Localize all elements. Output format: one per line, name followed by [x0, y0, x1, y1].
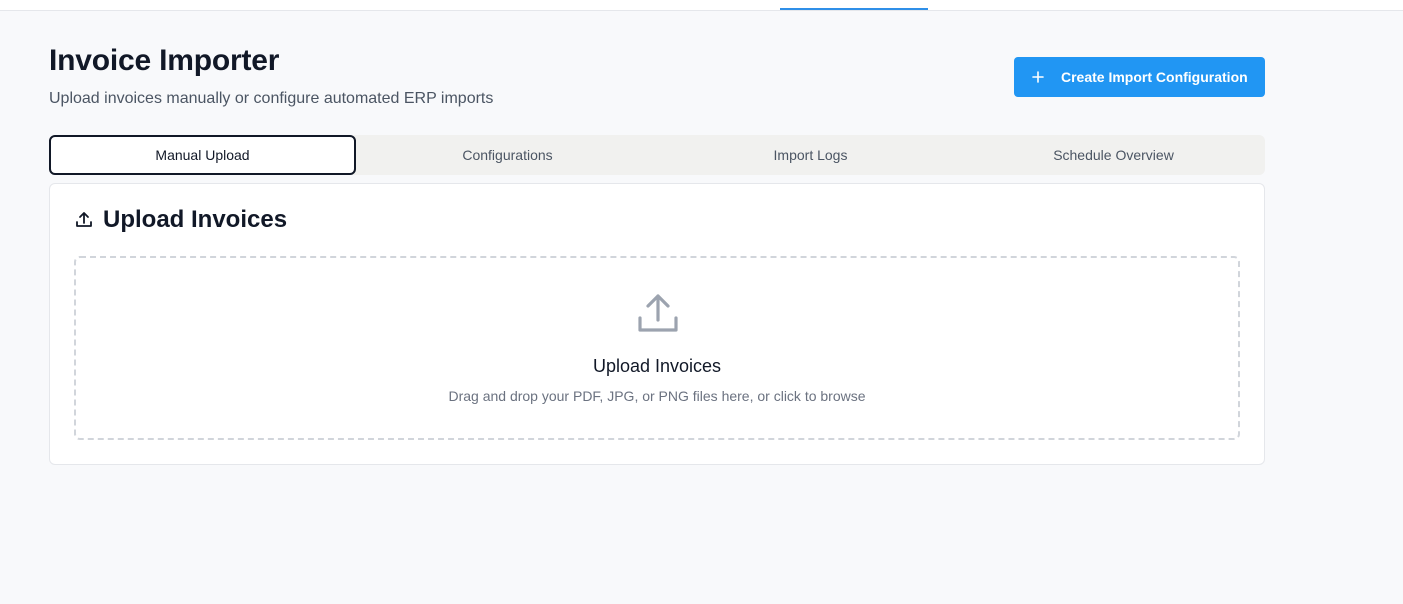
card-title: Upload Invoices [103, 206, 288, 233]
file-dropzone[interactable]: Upload Invoices Drag and drop your PDF, … [74, 256, 1240, 440]
page-title: Invoice Importer [49, 44, 280, 77]
dropzone-title: Upload Invoices [592, 356, 722, 376]
top-navigation-bar [0, 0, 1403, 11]
create-button-label: Create Import Configuration [1061, 69, 1248, 85]
tab-schedule-overview[interactable]: Schedule Overview [962, 135, 1265, 175]
plus-icon [1032, 71, 1044, 83]
page-subtitle: Upload invoices manually or configure au… [49, 90, 494, 107]
upload-icon [76, 212, 92, 227]
upload-icon [638, 294, 678, 332]
active-nav-indicator [780, 8, 928, 10]
create-import-configuration-button[interactable]: Create Import Configuration [1014, 57, 1265, 97]
tab-import-logs[interactable]: Import Logs [659, 135, 962, 175]
upload-invoices-card: Upload Invoices Upload Invoices Drag and… [49, 183, 1265, 465]
tab-configurations[interactable]: Configurations [356, 135, 659, 175]
dropzone-hint: Drag and drop your PDF, JPG, or PNG file… [448, 388, 866, 404]
card-header: Upload Invoices [74, 206, 287, 234]
tab-manual-upload[interactable]: Manual Upload [49, 135, 356, 175]
tab-list: Manual Upload Configurations Import Logs… [49, 135, 1265, 175]
